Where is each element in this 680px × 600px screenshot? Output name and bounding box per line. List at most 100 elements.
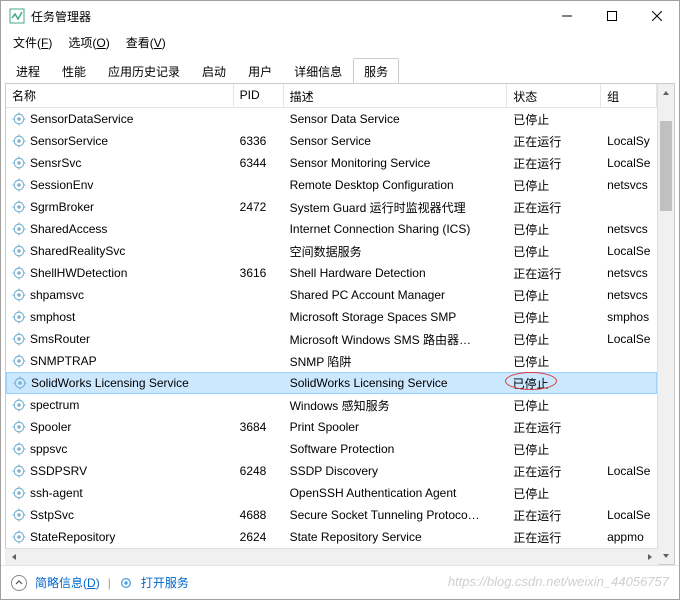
cell-group: LocalSe [601,154,657,172]
col-pid[interactable]: PID [234,84,284,107]
cell-group: netsvcs [601,176,657,194]
cell-status: 已停止 [507,483,601,504]
cell-status: 已停止 [507,175,601,196]
cell-pid [234,359,284,363]
scroll-track[interactable] [658,101,674,547]
menu-file[interactable]: 文件(F) [7,32,58,53]
taskmanager-icon [9,8,25,24]
scroll-up-button[interactable] [658,84,674,101]
cell-status: 已停止 [507,307,601,328]
cell-group: netsvcs [601,264,657,282]
vertical-scrollbar[interactable] [657,84,674,564]
table-row[interactable]: shpamsvcShared PC Account Manager已停止nets… [6,284,657,306]
maximize-button[interactable] [589,1,634,31]
col-status[interactable]: 状态 [507,84,601,107]
list-content[interactable]: 名称 PID 描述 状态 组 SensorDataService Sensor D… [6,84,657,564]
cell-status: 已停止 [507,439,601,460]
table-row[interactable]: SensrSvc6344Sensor Monitoring Service正在运… [6,152,657,174]
cell-group [601,359,657,363]
cell-pid [234,381,284,385]
cell-desc: Sensor Data Service [284,110,508,128]
cell-status: 正在运行 [507,527,601,548]
column-headers: 名称 PID 描述 状态 组 [6,84,657,108]
cell-status: 已停止 [507,241,601,262]
table-row[interactable]: SessionEnvRemote Desktop Configuration已停… [6,174,657,196]
table-row[interactable]: smphostMicrosoft Storage Spaces SMP已停止sm… [6,306,657,328]
tab-performance[interactable]: 性能 [51,58,97,84]
table-row[interactable]: SharedAccessInternet Connection Sharing … [6,218,657,240]
cell-group: appmo [601,528,657,546]
table-row[interactable]: sppsvcSoftware Protection已停止 [6,438,657,460]
cell-pid [234,227,284,231]
scroll-down-button[interactable] [658,547,674,564]
cell-status: 已停止 [507,219,601,240]
table-row[interactable]: SolidWorks Licensing ServiceSolidWorks L… [6,372,657,394]
tab-services[interactable]: 服务 [353,58,399,84]
cell-group: LocalSe [601,462,657,480]
tab-details[interactable]: 详细信息 [283,58,353,84]
cell-group [601,447,657,451]
cell-pid: 6336 [234,132,284,150]
cell-pid [234,249,284,253]
fewer-details-link[interactable]: 简略信息(D) [35,574,100,591]
cell-status: 正在运行 [507,131,601,152]
cell-group: LocalSy [601,132,657,150]
table-row[interactable]: spectrumWindows 感知服务已停止 [6,394,657,416]
cell-pid: 4688 [234,506,284,524]
open-services-link[interactable]: 打开服务 [141,574,189,591]
scroll-left-button[interactable] [5,549,22,565]
cell-name: SstpSvc [6,506,234,524]
cell-pid [234,491,284,495]
col-group[interactable]: 组 [601,84,657,107]
cell-status: 已停止 [507,373,601,394]
table-row[interactable]: SharedRealitySvc空间数据服务已停止LocalSe [6,240,657,262]
cell-group: LocalSe [601,330,657,348]
table-row[interactable]: SNMPTRAPSNMP 陷阱已停止 [6,350,657,372]
cell-group [601,117,657,121]
horizontal-scrollbar[interactable] [5,548,658,565]
cell-group: LocalSe [601,242,657,260]
cell-desc: SolidWorks Licensing Service [284,374,507,392]
table-row[interactable]: SSDPSRV6248SSDP Discovery正在运行LocalSe [6,460,657,482]
col-desc[interactable]: 描述 [284,84,508,107]
close-button[interactable] [634,1,679,31]
tab-startup[interactable]: 启动 [191,58,237,84]
cell-name: SensorDataService [6,110,234,128]
table-row[interactable]: SgrmBroker2472System Guard 运行时监视器代理正在运行 [6,196,657,218]
cell-pid: 2472 [234,198,284,216]
cell-pid [234,447,284,451]
cell-group [600,381,656,385]
table-row[interactable]: SstpSvc4688Secure Socket Tunneling Proto… [6,504,657,526]
menu-options[interactable]: 选项(O) [62,32,115,53]
table-row[interactable]: StateRepository2624State Repository Serv… [6,526,657,548]
scroll-right-button[interactable] [641,549,658,565]
table-row[interactable]: Spooler3684Print Spooler正在运行 [6,416,657,438]
cell-status: 已停止 [507,285,601,306]
table-row[interactable]: ssh-agentOpenSSH Authentication Agent已停止 [6,482,657,504]
table-row[interactable]: ShellHWDetection3616Shell Hardware Detec… [6,262,657,284]
cell-name: SharedRealitySvc [6,242,234,260]
expand-icon[interactable] [11,575,27,591]
minimize-button[interactable] [544,1,589,31]
cell-group [601,491,657,495]
menu-view[interactable]: 查看(V) [120,32,172,53]
scroll-thumb[interactable] [660,121,672,211]
col-name[interactable]: 名称 [6,84,234,107]
table-row[interactable]: SensorService6336Sensor Service正在运行Local… [6,130,657,152]
table-row[interactable]: SmsRouterMicrosoft Windows SMS 路由器…已停止Lo… [6,328,657,350]
tab-app-history[interactable]: 应用历史记录 [97,58,191,84]
cell-desc: SNMP 陷阱 [284,351,508,372]
cell-name: ShellHWDetection [6,264,234,282]
window-controls [544,1,679,31]
cell-desc: SSDP Discovery [284,462,508,480]
cell-pid: 3684 [234,418,284,436]
cell-group [601,403,657,407]
cell-status: 已停止 [507,109,601,130]
cell-name: ssh-agent [6,484,234,502]
table-row[interactable]: SensorDataService Sensor Data Service已停止 [6,108,657,130]
cell-group: netsvcs [601,286,657,304]
tab-processes[interactable]: 进程 [5,58,51,84]
status-bar: 简略信息(D) | 打开服务 [1,565,679,599]
tab-users[interactable]: 用户 [237,58,283,84]
cell-status: 正在运行 [507,153,601,174]
